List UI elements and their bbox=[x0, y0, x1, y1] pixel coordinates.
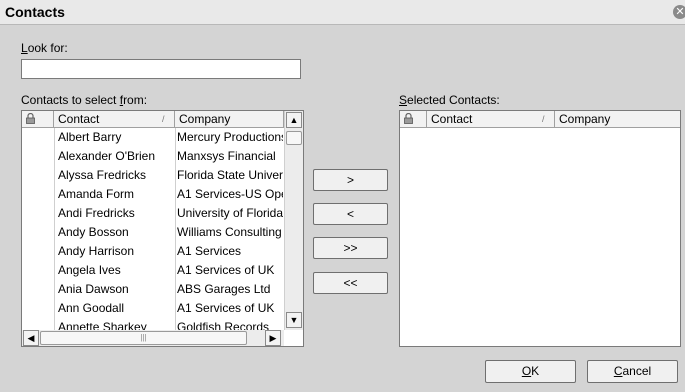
table-row[interactable]: Albert Barry Mercury Productions bbox=[22, 128, 284, 147]
lock-column-header[interactable] bbox=[400, 111, 427, 127]
vertical-scrollbar[interactable]: ▲ ▼ bbox=[284, 111, 303, 330]
selected-contacts-list[interactable]: Contact / Company bbox=[399, 110, 681, 347]
contact-column-header[interactable]: Contact / bbox=[427, 111, 555, 127]
add-all-button[interactable]: >> bbox=[313, 237, 388, 259]
ok-button[interactable]: OK bbox=[485, 360, 576, 383]
company-cell: A1 Services bbox=[177, 244, 242, 258]
lock-icon bbox=[404, 113, 413, 124]
contact-name-cell: Angela Ives bbox=[58, 263, 121, 277]
scroll-down-icon[interactable]: ▼ bbox=[286, 312, 302, 328]
lock-column-header[interactable] bbox=[22, 111, 54, 127]
add-button[interactable]: > bbox=[313, 169, 388, 191]
remove-all-button[interactable]: << bbox=[313, 272, 388, 294]
company-cell: University of Florida bbox=[177, 206, 283, 220]
table-row[interactable]: Andy Bosson Williams Consulting bbox=[22, 223, 284, 242]
list-header: Contact / Company bbox=[400, 111, 680, 128]
horizontal-scroll-thumb[interactable]: ||| bbox=[40, 331, 247, 345]
company-column-header[interactable]: Company bbox=[555, 111, 680, 127]
sort-indicator-icon: / bbox=[542, 114, 545, 124]
sort-indicator-icon: / bbox=[162, 114, 165, 124]
scroll-right-icon[interactable]: ▶ bbox=[265, 330, 281, 346]
list-header: Contact / Company bbox=[22, 111, 284, 128]
available-contacts-label: Contacts to select from: bbox=[21, 93, 148, 107]
contact-name-cell: Andi Fredricks bbox=[58, 206, 135, 220]
company-column-header[interactable]: Company bbox=[175, 111, 284, 127]
company-cell: Williams Consulting bbox=[177, 225, 282, 239]
lock-icon bbox=[26, 113, 35, 124]
available-contacts-list[interactable]: Contact / Company Albert Barry Mercury Pr… bbox=[21, 110, 304, 347]
company-cell: Florida State University bbox=[177, 168, 283, 182]
company-cell: A1 Services of UK bbox=[177, 263, 275, 277]
company-cell: A1 Services of UK bbox=[177, 301, 275, 315]
company-cell: Manxsys Financial bbox=[177, 149, 276, 163]
cancel-button[interactable]: Cancel bbox=[587, 360, 678, 383]
scroll-up-icon[interactable]: ▲ bbox=[286, 112, 302, 128]
remove-button[interactable]: < bbox=[313, 203, 388, 225]
contact-name-cell: Amanda Form bbox=[58, 187, 135, 201]
scroll-left-icon[interactable]: ◀ bbox=[23, 330, 39, 346]
close-icon[interactable]: ✕ bbox=[673, 5, 685, 19]
scroll-thumb[interactable] bbox=[286, 131, 302, 145]
horizontal-scrollbar[interactable]: ◀ ||| ▶ bbox=[22, 330, 284, 346]
contact-name-cell: Albert Barry bbox=[58, 130, 122, 144]
table-row[interactable]: Alyssa Fredricks Florida State University bbox=[22, 166, 284, 185]
look-for-label: Look for: bbox=[21, 41, 68, 55]
title-bar: Contacts ✕ bbox=[0, 0, 685, 25]
table-row[interactable]: Alexander O'Brien Manxsys Financial bbox=[22, 147, 284, 166]
contact-name-cell: Alexander O'Brien bbox=[58, 149, 156, 163]
contact-column-header[interactable]: Contact / bbox=[54, 111, 175, 127]
table-row[interactable]: Angela Ives A1 Services of UK bbox=[22, 261, 284, 280]
contact-name-cell: Andy Bosson bbox=[58, 225, 129, 239]
contact-name-cell: Ann Goodall bbox=[58, 301, 125, 315]
contact-name-cell: Ania Dawson bbox=[58, 282, 129, 296]
contact-name-cell: Alyssa Fredricks bbox=[58, 168, 147, 182]
window-title: Contacts bbox=[5, 4, 65, 20]
company-cell: Mercury Productions bbox=[177, 130, 283, 144]
table-row[interactable]: Ania Dawson ABS Garages Ltd bbox=[22, 280, 284, 299]
selected-contacts-label: Selected Contacts: bbox=[399, 93, 500, 107]
table-row[interactable]: Ann Goodall A1 Services of UK bbox=[22, 299, 284, 318]
look-for-input[interactable] bbox=[21, 59, 301, 79]
table-row[interactable]: Amanda Form A1 Services-US Operations bbox=[22, 185, 284, 204]
contacts-dialog: Contacts ✕ Look for: Contacts to select … bbox=[0, 0, 685, 392]
company-cell: ABS Garages Ltd bbox=[177, 282, 271, 296]
table-row[interactable]: Andy Harrison A1 Services bbox=[22, 242, 284, 261]
table-row[interactable]: Andi Fredricks University of Florida bbox=[22, 204, 284, 223]
contact-name-cell: Andy Harrison bbox=[58, 244, 135, 258]
company-cell: A1 Services-US Operations bbox=[177, 187, 283, 201]
